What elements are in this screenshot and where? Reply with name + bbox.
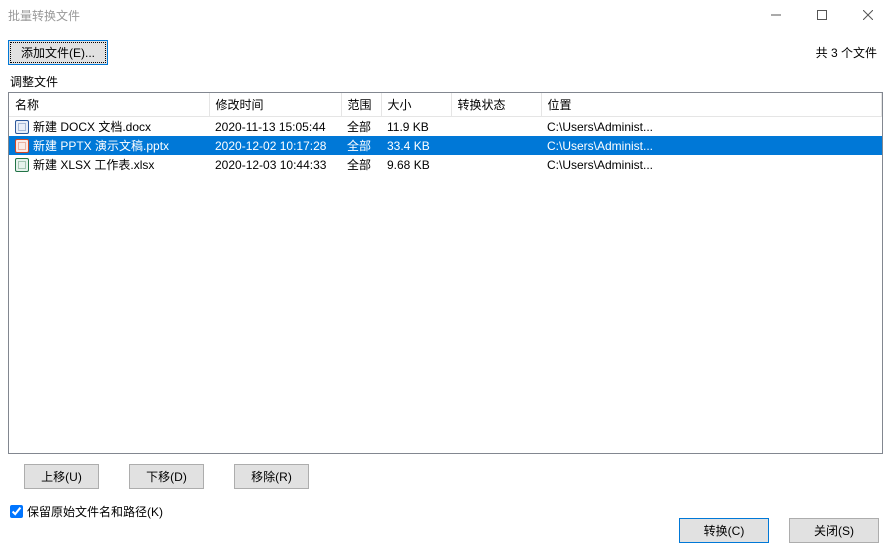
col-size[interactable]: 大小 bbox=[381, 93, 451, 117]
col-modified[interactable]: 修改时间 bbox=[209, 93, 341, 117]
move-down-button[interactable]: 下移(D) bbox=[129, 464, 204, 489]
file-modified: 2020-12-02 10:17:28 bbox=[209, 136, 341, 155]
col-name[interactable]: 名称 bbox=[9, 93, 209, 117]
file-status bbox=[451, 155, 541, 174]
add-files-button[interactable]: 添加文件(E)... bbox=[8, 40, 108, 65]
keep-original-label[interactable]: 保留原始文件名和路径(K) bbox=[27, 503, 163, 520]
col-location[interactable]: 位置 bbox=[541, 93, 882, 117]
adjust-files-label: 调整文件 bbox=[8, 73, 883, 90]
file-name: 新建 PPTX 演示文稿.pptx bbox=[33, 137, 169, 154]
remove-button[interactable]: 移除(R) bbox=[234, 464, 309, 489]
file-name: 新建 DOCX 文档.docx bbox=[33, 118, 151, 135]
file-table-container: 名称 修改时间 范围 大小 转换状态 位置 新建 DOCX 文档.docx 202… bbox=[8, 92, 883, 454]
convert-button[interactable]: 转换(C) bbox=[679, 518, 769, 543]
minimize-button[interactable] bbox=[753, 0, 799, 30]
table-row[interactable]: 新建 DOCX 文档.docx 2020-11-13 15:05:44全部11.9… bbox=[9, 117, 882, 137]
file-size: 11.9 KB bbox=[381, 117, 451, 137]
file-range: 全部 bbox=[341, 155, 381, 174]
file-table[interactable]: 名称 修改时间 范围 大小 转换状态 位置 新建 DOCX 文档.docx 202… bbox=[9, 93, 882, 174]
col-range[interactable]: 范围 bbox=[341, 93, 381, 117]
file-location: C:\Users\Administ... bbox=[541, 117, 882, 137]
move-up-button[interactable]: 上移(U) bbox=[24, 464, 99, 489]
window-title: 批量转换文件 bbox=[8, 7, 80, 24]
file-status bbox=[451, 117, 541, 137]
close-button[interactable] bbox=[845, 0, 891, 30]
file-range: 全部 bbox=[341, 117, 381, 137]
xlsx-file-icon bbox=[15, 158, 29, 172]
table-row[interactable]: 新建 PPTX 演示文稿.pptx 2020-12-02 10:17:28全部33… bbox=[9, 136, 882, 155]
file-location: C:\Users\Administ... bbox=[541, 155, 882, 174]
close-dialog-button[interactable]: 关闭(S) bbox=[789, 518, 879, 543]
file-status bbox=[451, 136, 541, 155]
file-name: 新建 XLSX 工作表.xlsx bbox=[33, 156, 154, 173]
table-row[interactable]: 新建 XLSX 工作表.xlsx 2020-12-03 10:44:33全部9.6… bbox=[9, 155, 882, 174]
docx-file-icon bbox=[15, 120, 29, 134]
pptx-file-icon bbox=[15, 139, 29, 153]
col-status[interactable]: 转换状态 bbox=[451, 93, 541, 117]
file-location: C:\Users\Administ... bbox=[541, 136, 882, 155]
maximize-button[interactable] bbox=[799, 0, 845, 30]
file-size: 33.4 KB bbox=[381, 136, 451, 155]
file-modified: 2020-12-03 10:44:33 bbox=[209, 155, 341, 174]
file-modified: 2020-11-13 15:05:44 bbox=[209, 117, 341, 137]
keep-original-checkbox[interactable] bbox=[10, 505, 23, 518]
file-count-label: 共 3 个文件 bbox=[816, 44, 883, 61]
file-range: 全部 bbox=[341, 136, 381, 155]
file-size: 9.68 KB bbox=[381, 155, 451, 174]
